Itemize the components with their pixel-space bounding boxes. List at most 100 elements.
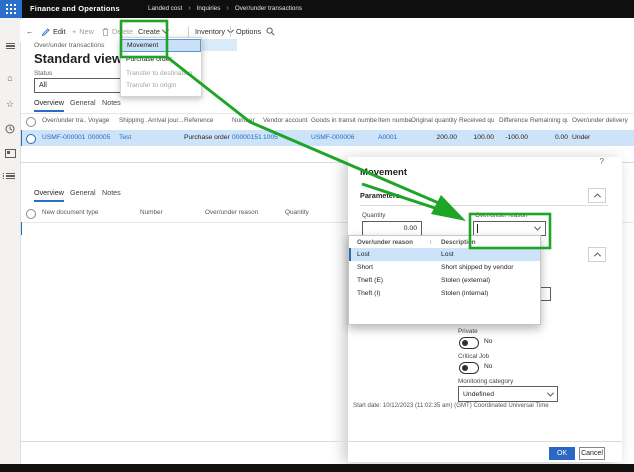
- tab-overview[interactable]: Overview: [34, 98, 64, 112]
- column-header[interactable]: Over/under tra...: [42, 117, 86, 124]
- workspaces-icon[interactable]: [0, 145, 20, 161]
- inventory-label: Inventory: [195, 27, 225, 36]
- help-icon[interactable]: ?: [600, 157, 604, 166]
- flyout-column-description[interactable]: Description: [441, 239, 476, 246]
- breadcrumb-landed-cost[interactable]: Landed cost: [148, 5, 182, 12]
- app-launcher-icon[interactable]: [0, 0, 22, 18]
- quantity-value: 0.00: [404, 225, 417, 232]
- tab-notes-lines[interactable]: Notes: [102, 188, 121, 200]
- breadcrumb-separator: ›: [188, 5, 190, 12]
- tab-notes[interactable]: Notes: [102, 98, 121, 110]
- favorites-star-icon[interactable]: ☆: [0, 96, 20, 112]
- dialog-title: Movement: [360, 167, 407, 178]
- private-label: Private: [458, 328, 478, 335]
- options-button[interactable]: Options: [236, 25, 261, 38]
- private-toggle-value: No: [484, 338, 492, 345]
- parameters-section-header[interactable]: Parameters: [360, 191, 400, 200]
- column-header[interactable]: Remaining qua...: [530, 117, 568, 124]
- hamburger-menu-icon[interactable]: [0, 38, 20, 54]
- cancel-button[interactable]: Cancel: [579, 447, 605, 460]
- critical-job-toggle[interactable]: [459, 362, 479, 374]
- monitoring-category-select[interactable]: Undefined: [458, 386, 558, 402]
- tab-general-lines[interactable]: General: [70, 188, 96, 200]
- row-checkbox[interactable]: [26, 134, 36, 144]
- start-date-note: Start date: 10/12/2023 (11:02:35 am) (GM…: [353, 402, 549, 409]
- monitoring-category-value: Undefined: [463, 391, 494, 398]
- cell-reference: Purchase order: [184, 134, 230, 141]
- back-button[interactable]: ←: [26, 25, 33, 38]
- section-underline: [360, 205, 608, 206]
- new-button[interactable]: + New: [72, 25, 94, 38]
- column-header[interactable]: Quantity: [285, 209, 335, 216]
- left-navigation-rail: ⌂ ☆: [0, 18, 21, 464]
- app-title: Finance and Operations: [30, 4, 120, 13]
- grid-header-row: Over/under tra... Voyage Shipping ... Ar…: [20, 113, 634, 131]
- cell-difference: -100.00: [496, 134, 528, 141]
- lookup-row-theft-e[interactable]: Theft (E) Stolen (external): [349, 274, 540, 287]
- column-header[interactable]: Shipping ...: [119, 117, 147, 124]
- menu-item-purchase-order[interactable]: Purchase order: [121, 54, 201, 65]
- lookup-row-short[interactable]: Short Short shipped by vendor: [349, 261, 540, 274]
- background-section-collapse-button[interactable]: [588, 247, 606, 262]
- cell-vendor-link[interactable]: 1005: [263, 134, 310, 141]
- cell-number-link[interactable]: 00000151: [232, 134, 262, 141]
- column-header[interactable]: Received quan...: [459, 117, 494, 124]
- menu-item-transfer-origin[interactable]: Transfer to origin: [121, 80, 201, 91]
- reason-combobox[interactable]: [473, 221, 546, 236]
- flyout-column-reason[interactable]: Over/under reason: [357, 239, 413, 246]
- monitoring-category-label: Monitoring category: [458, 378, 513, 385]
- chevron-down-icon: [547, 389, 554, 396]
- lookup-row-lost[interactable]: Lost Lost: [349, 248, 540, 261]
- column-header[interactable]: Goods in transit number: [311, 117, 377, 124]
- new-label: New: [79, 27, 94, 36]
- column-header[interactable]: Over/under reason: [205, 209, 280, 216]
- search-icon: [266, 27, 275, 36]
- menu-item-transfer-destination[interactable]: Transfer to destination: [121, 68, 201, 79]
- modules-list-icon[interactable]: [0, 168, 20, 184]
- top-bar: Finance and Operations Landed cost › Inq…: [0, 0, 634, 18]
- column-header[interactable]: Reference: [184, 117, 230, 124]
- search-button[interactable]: [266, 25, 275, 38]
- column-header[interactable]: Arrival jour...: [148, 117, 183, 124]
- edit-button[interactable]: Edit: [42, 25, 66, 38]
- column-header[interactable]: Number: [232, 117, 262, 124]
- breadcrumb-inquiries[interactable]: Inquiries: [197, 5, 221, 12]
- menu-item-movement[interactable]: Movement: [121, 39, 201, 52]
- select-all-checkbox[interactable]: [26, 117, 36, 127]
- delete-label: Delete: [112, 27, 133, 36]
- cell-goods-link[interactable]: USMF-000006: [311, 134, 377, 141]
- quantity-input[interactable]: 0.00: [362, 221, 422, 236]
- critical-job-toggle-value: No: [484, 363, 492, 370]
- app-window: Finance and Operations Landed cost › Inq…: [0, 0, 634, 472]
- cell-transaction-link[interactable]: USMF-000001: [42, 134, 86, 141]
- column-header[interactable]: New document type: [42, 209, 132, 216]
- select-all-checkbox[interactable]: [26, 209, 36, 219]
- column-header[interactable]: Over/under delivery: [572, 117, 630, 124]
- private-toggle[interactable]: [459, 337, 479, 349]
- parameters-collapse-button[interactable]: [588, 188, 606, 203]
- chevron-down-icon: [162, 27, 169, 34]
- home-icon[interactable]: ⌂: [0, 70, 20, 86]
- actionbar-divider: [188, 26, 189, 37]
- cell-remaining-qty: 0.00: [530, 134, 568, 141]
- options-label: Options: [236, 27, 261, 36]
- recent-clock-icon[interactable]: [0, 121, 20, 137]
- column-header[interactable]: Voyage: [88, 117, 117, 124]
- column-header[interactable]: Vendor account: [263, 117, 310, 124]
- table-row-selected[interactable]: USMF-000001 000005 Test Purchase order 0…: [20, 130, 634, 146]
- column-header[interactable]: Original quantity: [405, 117, 457, 124]
- lookup-row-theft-i[interactable]: Theft (I) Stolen (internal): [349, 287, 540, 300]
- create-label: Create: [138, 27, 160, 36]
- tab-general[interactable]: General: [70, 98, 96, 110]
- breadcrumb: Landed cost › Inquiries › Over/under tra…: [148, 5, 302, 12]
- tab-overview-lines[interactable]: Overview: [34, 188, 64, 202]
- cell-original-qty: 200.00: [405, 134, 457, 141]
- cell-voyage-link[interactable]: 000005: [88, 134, 117, 141]
- status-label: Status: [34, 70, 52, 77]
- ok-button[interactable]: OK: [549, 447, 575, 460]
- column-header[interactable]: Number: [140, 209, 200, 216]
- cell-shipping-link[interactable]: Test: [119, 134, 147, 141]
- chevron-down-icon: [534, 224, 541, 231]
- column-header[interactable]: Difference: [496, 117, 528, 124]
- reason-label: Over/under reason: [475, 212, 528, 219]
